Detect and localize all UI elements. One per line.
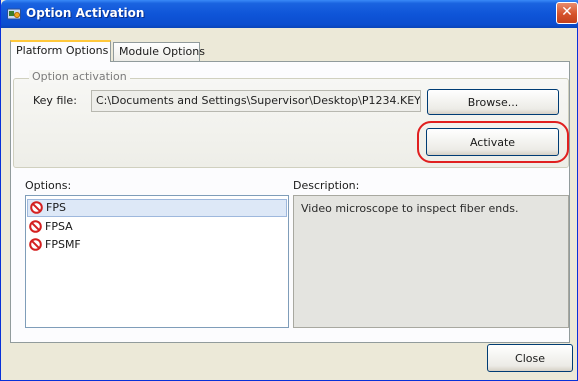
list-item-fpsa[interactable]: FPSA xyxy=(27,219,287,237)
list-item-fps[interactable]: FPS xyxy=(27,199,287,217)
not-activated-icon xyxy=(30,201,43,214)
activate-highlight-ring xyxy=(417,121,569,163)
tab-module-options[interactable]: Module Options xyxy=(113,42,205,62)
option-name: FPSA xyxy=(45,220,73,233)
key-file-label: Key file: xyxy=(33,94,77,107)
options-list[interactable]: FPS FPSA FPSMF xyxy=(25,195,289,328)
option-name: FPS xyxy=(46,201,66,214)
description-label: Description: xyxy=(293,179,360,192)
app-icon xyxy=(7,8,21,20)
close-button[interactable]: Close xyxy=(487,344,573,372)
description-box: Video microscope to inspect fiber ends. xyxy=(293,195,569,328)
tab-platform-options[interactable]: Platform Options xyxy=(10,40,111,62)
option-name: FPSMF xyxy=(45,238,81,251)
not-activated-icon xyxy=(29,238,42,251)
key-file-field[interactable]: C:\Documents and Settings\Supervisor\Des… xyxy=(91,90,421,112)
options-label: Options: xyxy=(25,179,72,192)
browse-button[interactable]: Browse... xyxy=(427,89,559,115)
list-item-fpsmf[interactable]: FPSMF xyxy=(27,237,287,255)
window-title: Option Activation xyxy=(26,6,145,20)
title-bar[interactable]: Option Activation ✕ xyxy=(1,0,578,28)
close-window-button[interactable]: ✕ xyxy=(556,2,578,24)
option-activation-window: Option Activation ✕ Platform Options Mod… xyxy=(0,0,578,381)
group-title: Option activation xyxy=(29,70,130,83)
not-activated-icon xyxy=(29,220,42,233)
